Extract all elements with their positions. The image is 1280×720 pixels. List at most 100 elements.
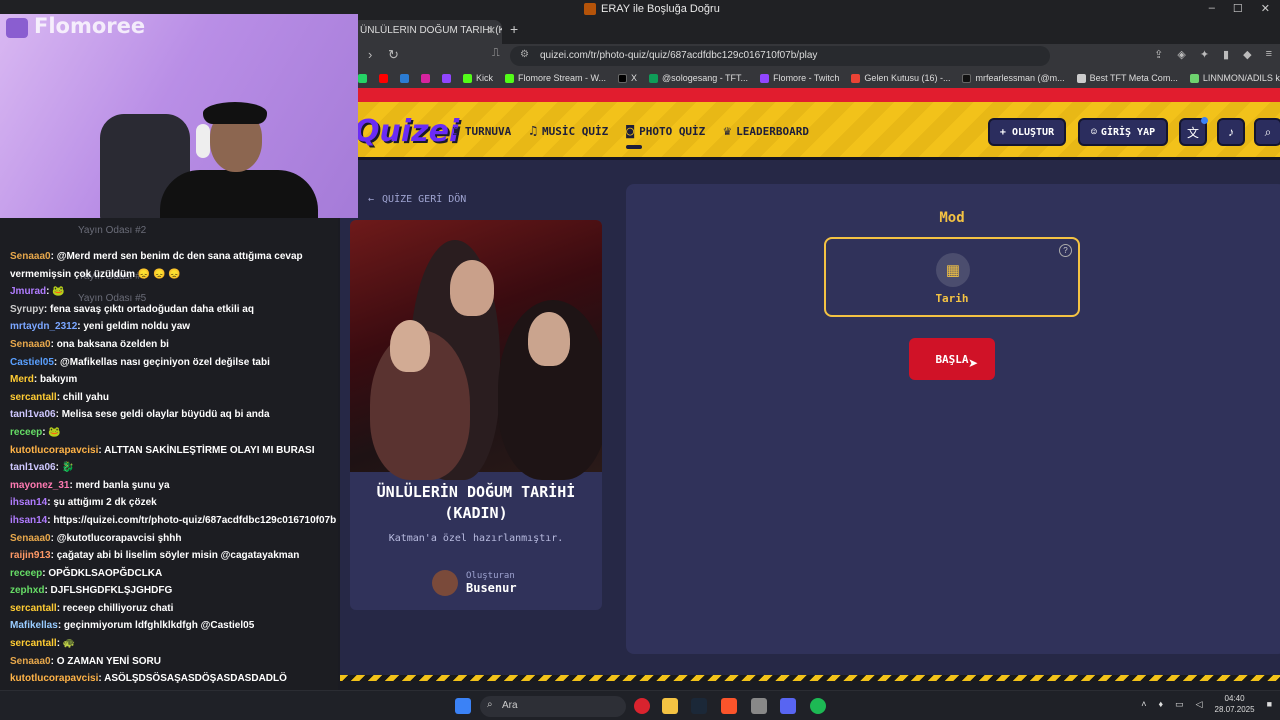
search-button[interactable]: ⌕ xyxy=(1254,118,1280,146)
maximize-icon[interactable]: ☐ xyxy=(1233,2,1243,15)
bookmark-youtube[interactable] xyxy=(379,71,388,85)
sidebar-icon[interactable]: ▮ xyxy=(1223,48,1229,61)
user-icon: ☺ xyxy=(1090,126,1097,138)
flomore-logo-icon xyxy=(6,18,28,38)
minimize-icon[interactable]: – xyxy=(1209,2,1215,15)
nav-turnuva[interactable]: ♜ TURNUVA xyxy=(452,124,511,139)
bookmark-twitch[interactable] xyxy=(442,71,451,85)
chat-username[interactable]: tanl1va06 xyxy=(10,462,56,473)
chat-username[interactable]: ihsan14 xyxy=(10,515,47,526)
chat-text: : chill yahu xyxy=(56,391,109,403)
share-icon[interactable]: ⇪ xyxy=(1154,48,1163,61)
site-logo[interactable]: Quizei xyxy=(354,114,459,149)
chat-username[interactable]: sercantall xyxy=(10,638,57,649)
quiz-creator[interactable]: Oluşturan Busenur xyxy=(432,570,517,596)
chat-username[interactable]: Jmurad xyxy=(10,286,46,297)
wallet-icon[interactable]: ◆ xyxy=(1243,48,1251,61)
help-icon[interactable]: ? xyxy=(1059,244,1072,257)
brave-icon[interactable] xyxy=(721,698,737,714)
chat-username[interactable]: mayonez_31 xyxy=(10,480,69,491)
bookmark-item[interactable]: mrfearlessman (@m... xyxy=(962,71,1065,85)
file-explorer-icon[interactable] xyxy=(662,698,678,714)
opera-icon[interactable] xyxy=(634,698,650,714)
chat-username[interactable]: Merd xyxy=(10,374,34,385)
close-icon[interactable]: ✕ xyxy=(1261,2,1270,15)
chat-username[interactable]: Senaaa0 xyxy=(10,251,51,262)
system-tray: ˄ ♦ ▭ ◁ 04:40 28.07.2025 ■ xyxy=(1141,693,1272,715)
bookmark-outlook[interactable] xyxy=(400,71,409,85)
spotify-icon[interactable] xyxy=(810,698,826,714)
brave-shield-icon[interactable]: ◈ xyxy=(1177,48,1185,61)
chat-username[interactable]: receep xyxy=(10,427,42,438)
start-icon[interactable] xyxy=(455,698,471,714)
chat-message: sercantall: receep chilliyoruz chati xyxy=(10,600,370,618)
bookmark-instagram[interactable] xyxy=(421,71,430,85)
menu-icon[interactable]: ≡ xyxy=(1266,48,1272,61)
bookmark-item[interactable]: @sologesang - TFT... xyxy=(649,71,748,85)
bookmark-item[interactable]: Flomore Stream - W... xyxy=(505,71,606,85)
notifications-button[interactable]: ♪ xyxy=(1217,118,1245,146)
new-tab-icon[interactable]: + xyxy=(510,21,518,37)
bookmark-item[interactable]: Gelen Kutusu (16) -... xyxy=(851,71,950,85)
chat-text: : https://quizei.com/tr/photo-quiz/687ac… xyxy=(47,514,337,526)
chat-username[interactable]: kutotlucorapavcisi xyxy=(10,445,98,456)
discord-icon[interactable] xyxy=(780,698,796,714)
chat-username[interactable]: Senaaa0 xyxy=(10,339,51,350)
chat-message: Senaaa0: ona baksana özelden bi xyxy=(10,336,370,354)
mode-panel: Mod ▦ Tarih ? BAŞLA ➤ xyxy=(626,184,1280,654)
chat-username[interactable]: mrtaydn_2312 xyxy=(10,321,77,332)
notification-icon[interactable]: ■ xyxy=(1267,699,1272,709)
back-to-quiz-link[interactable]: ← QUİZE GERİ DÖN xyxy=(368,194,466,205)
chat-username[interactable]: raijin913 xyxy=(10,550,51,561)
create-button[interactable]: + OLUŞTUR xyxy=(988,118,1066,146)
notification-dot xyxy=(1201,117,1208,124)
volume-icon[interactable]: ◁ xyxy=(1196,699,1203,710)
login-button[interactable]: ☺ GİRİŞ YAP xyxy=(1078,118,1168,146)
bookmark-item[interactable]: Kick xyxy=(463,71,493,85)
bookmark-item[interactable]: Best TFT Meta Com... xyxy=(1076,71,1178,85)
chat-username[interactable]: Syrupy xyxy=(10,304,44,315)
language-button[interactable]: 文 xyxy=(1179,117,1208,146)
bookmark-icon[interactable]: ⎍ xyxy=(492,47,500,60)
chat-message: Jmurad: 🐸 xyxy=(10,283,370,301)
chat-message: tanl1va06: 🐉 xyxy=(10,459,370,477)
address-bar[interactable]: ⚙ quizei.com/tr/photo-quiz/quiz/687acdfd… xyxy=(510,46,1050,66)
nav-photo-quiz[interactable]: ◙ PHOTO QUİZ xyxy=(626,124,705,149)
chat-username[interactable]: zephxd xyxy=(10,585,44,596)
chat-username[interactable]: ihsan14 xyxy=(10,497,47,508)
chat-username[interactable]: tanl1va06 xyxy=(10,409,56,420)
bookmark-item[interactable]: Flomore - Twitch xyxy=(760,71,839,85)
chat-text: : çağatay abi bi liselim söyler misin @c… xyxy=(50,550,300,562)
chat-username[interactable]: Senaaa0 xyxy=(10,656,51,667)
extensions-icon[interactable]: ✦ xyxy=(1200,48,1209,61)
start-button[interactable]: BAŞLA xyxy=(909,338,995,380)
microphone-icon[interactable]: ♦ xyxy=(1158,699,1163,709)
chat-username[interactable]: sercantall xyxy=(10,603,57,614)
app-icon[interactable] xyxy=(751,698,767,714)
nav-leaderboard[interactable]: ♛ LEADERBOARD xyxy=(723,124,809,139)
bookmark-whatsapp[interactable] xyxy=(358,71,367,85)
main-nav: ♜ TURNUVA ♫ MUSİC QUİZ ◙ PHOTO QUİZ ♛ LE… xyxy=(452,124,809,149)
chat-username[interactable]: Senaaa0 xyxy=(10,533,51,544)
site-info-icon[interactable]: ⚙ xyxy=(520,49,529,60)
clock[interactable]: 04:40 28.07.2025 xyxy=(1215,693,1255,715)
chat-username[interactable]: kutotlucorapavcisi xyxy=(10,673,98,684)
voice-room[interactable]: Yayın Odası #2 xyxy=(78,225,146,236)
forward-icon[interactable]: › xyxy=(368,47,372,62)
chat-username[interactable]: Castiel05 xyxy=(10,357,54,368)
steam-icon[interactable] xyxy=(691,698,707,714)
chat-username[interactable]: sercantall xyxy=(10,392,57,403)
browser-tab[interactable]: ÜNLÜLERIN DOĞUM TARIHI (KA ✕ xyxy=(352,20,502,44)
bookmark-item[interactable]: LINNMON/ADILS k... xyxy=(1189,71,1280,85)
close-tab-icon[interactable]: ✕ xyxy=(487,24,496,37)
nav-music-quiz[interactable]: ♫ MUSİC QUİZ xyxy=(529,124,608,139)
mode-option-tarih[interactable]: ▦ Tarih ? xyxy=(824,237,1080,317)
reload-icon[interactable]: ↻ xyxy=(388,47,399,63)
chat-username[interactable]: Mafikellas xyxy=(10,620,58,631)
taskbar-search[interactable]: ⌕ Ara xyxy=(480,696,626,717)
chat-username[interactable]: receep xyxy=(10,568,42,579)
bookmark-item[interactable]: X xyxy=(618,71,637,85)
chevron-up-icon[interactable]: ˄ xyxy=(1141,699,1146,709)
network-icon[interactable]: ▭ xyxy=(1175,699,1184,710)
chat-text: : OPĞDKLSAOPĞDCLKA xyxy=(42,567,163,579)
